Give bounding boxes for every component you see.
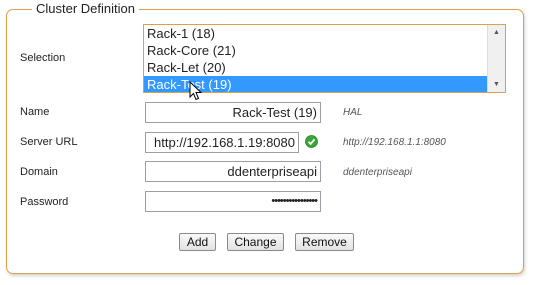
list-item[interactable]: Rack-1 (18) xyxy=(144,25,489,42)
check-circle-icon xyxy=(305,135,318,148)
domain-field[interactable]: ddenterpriseapi xyxy=(145,161,321,182)
listbox-scrollbar[interactable]: ▲ ▼ xyxy=(487,25,505,92)
server-url-label: Server URL xyxy=(20,136,78,148)
password-field[interactable]: •••••••••••••••• xyxy=(145,191,321,212)
name-field[interactable]: Rack-Test (19) xyxy=(145,102,321,123)
selection-label: Selection xyxy=(20,52,66,64)
cluster-definition-legend: Cluster Definition xyxy=(32,0,139,17)
server-url-field[interactable]: http://192.168.1.19:8080 xyxy=(145,132,299,153)
password-label: Password xyxy=(20,196,69,208)
list-item[interactable]: Rack-Core (21) xyxy=(144,42,489,59)
mouse-pointer-icon xyxy=(189,81,203,101)
list-item[interactable]: Rack-Let (20) xyxy=(144,59,489,76)
name-label: Name xyxy=(20,106,50,118)
domain-label: Domain xyxy=(20,166,58,178)
remove-button[interactable]: Remove xyxy=(295,233,354,251)
scroll-up-icon[interactable]: ▲ xyxy=(490,26,503,39)
change-button[interactable]: Change xyxy=(227,233,284,251)
domain-hint: ddenterpriseapi xyxy=(343,167,412,178)
server-url-hint: http://192.168.1.1:8080 xyxy=(343,137,446,148)
add-button[interactable]: Add xyxy=(179,233,216,251)
scroll-down-icon[interactable]: ▼ xyxy=(490,78,503,91)
name-hint: HAL xyxy=(343,107,363,118)
